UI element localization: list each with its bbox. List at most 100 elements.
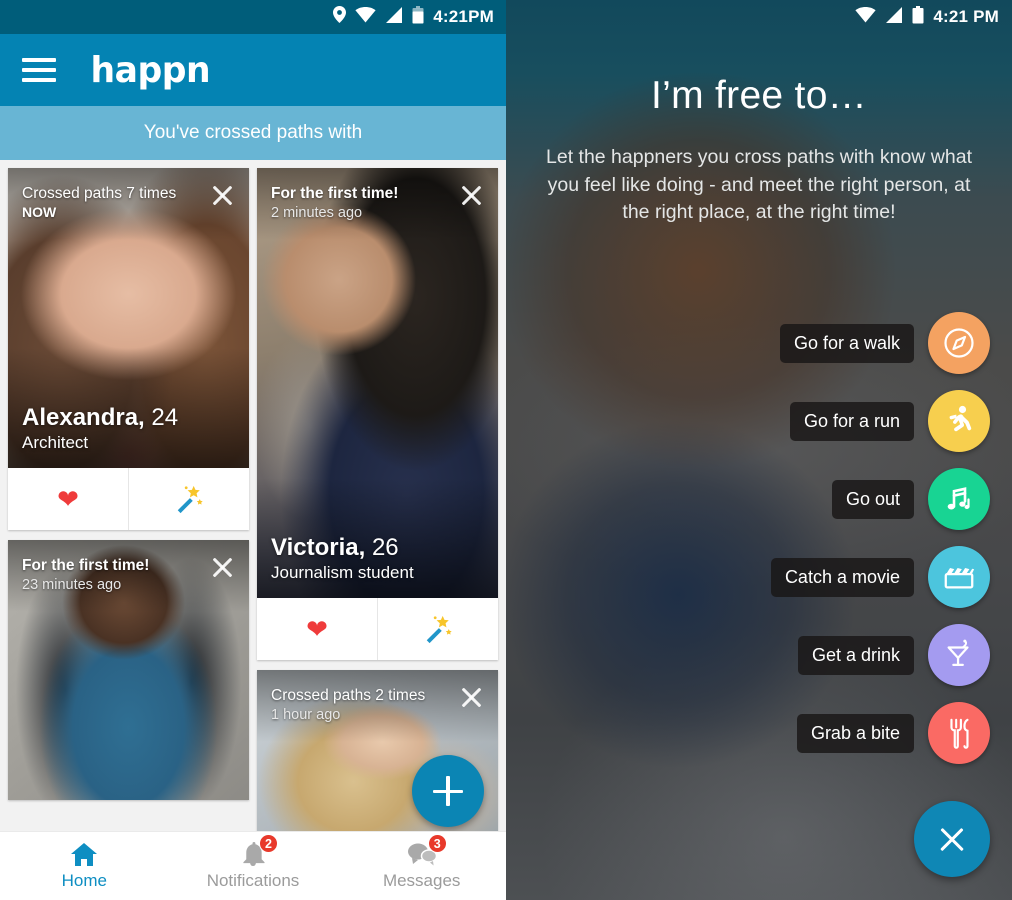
- right-phone-panel: 4:21 PM I’m free to… Let the happners yo…: [506, 0, 1012, 900]
- bottom-navigation: Home 2 Notifications 3 Messages: [0, 831, 506, 900]
- signal-icon: [385, 6, 403, 28]
- nav-item-messages[interactable]: 3 Messages: [337, 832, 506, 900]
- compass-icon-button[interactable]: [928, 312, 990, 374]
- app-logo: happn: [90, 49, 211, 91]
- profile-card[interactable]: For the first time! 2 minutes ago Victor…: [257, 168, 498, 660]
- profile-photo[interactable]: Crossed paths 7 times NOW Alexandra, 24 …: [8, 168, 249, 468]
- right-status-bar: 4:21 PM: [506, 0, 1012, 34]
- heart-icon[interactable]: ❤: [257, 598, 377, 660]
- card-meta-secondary: NOW: [22, 203, 57, 220]
- home-icon: [69, 841, 99, 867]
- left-phone-panel: 4:21PM happn You've crossed paths with C…: [0, 0, 506, 900]
- messages-badge: 3: [427, 834, 447, 853]
- wifi-icon: [855, 6, 876, 28]
- activity-row-run[interactable]: Go for a run: [771, 390, 990, 452]
- music-icon-button[interactable]: [928, 468, 990, 530]
- card-meta-secondary: 2 minutes ago: [271, 204, 363, 221]
- profile-card[interactable]: For the first time! 23 minutes ago: [8, 540, 249, 800]
- activity-label-run[interactable]: Go for a run: [789, 401, 914, 441]
- compass-icon: [942, 326, 976, 360]
- hamburger-icon[interactable]: [22, 58, 56, 82]
- battery-icon: [412, 5, 424, 29]
- card-meta-primary: Crossed paths 7 times: [22, 185, 177, 202]
- activity-row-movie[interactable]: Catch a movie: [770, 546, 990, 608]
- nav-item-notifications[interactable]: 2 Notifications: [169, 832, 338, 900]
- location-icon: [333, 6, 347, 28]
- subheader-label: You've crossed paths with: [143, 122, 363, 143]
- nav-label-notifications: Notifications: [206, 871, 300, 890]
- card-meta: For the first time! 23 minutes ago: [22, 556, 149, 594]
- profile-card[interactable]: Crossed paths 7 times NOW Alexandra, 24 …: [8, 168, 249, 530]
- activity-row-bite[interactable]: Grab a bite: [771, 702, 990, 764]
- cocktail-icon: [943, 639, 975, 671]
- card-meta-secondary: 23 minutes ago: [22, 576, 122, 593]
- profile-identity: Victoria, 26 Journalism student: [271, 534, 414, 584]
- card-meta: Crossed paths 2 times 1 hour ago: [271, 686, 425, 724]
- card-action-bar: ❤: [257, 598, 498, 660]
- music-icon: [942, 482, 976, 516]
- clapboard-icon: [942, 562, 976, 592]
- activity-label-movie[interactable]: Catch a movie: [770, 557, 914, 597]
- profile-age: 24: [151, 403, 179, 431]
- nav-label-messages: Messages: [382, 871, 461, 890]
- profile-job: Architect: [22, 432, 89, 452]
- bell-icon: 2: [238, 834, 278, 867]
- cutlery-icon-button[interactable]: [928, 702, 990, 764]
- add-crossing-fab[interactable]: [412, 755, 484, 827]
- activity-label-bite[interactable]: Grab a bite: [796, 713, 914, 753]
- runner-icon: [943, 404, 975, 438]
- runner-icon-button[interactable]: [928, 390, 990, 452]
- status-icons: [333, 5, 424, 29]
- card-meta-primary: For the first time!: [22, 557, 150, 574]
- heart-icon[interactable]: ❤: [8, 468, 128, 530]
- cutlery-icon: [944, 717, 974, 749]
- crossed-paths-subheader: You've crossed paths with: [0, 106, 506, 160]
- card-meta: For the first time! 2 minutes ago: [271, 184, 398, 222]
- battery-icon: [912, 5, 924, 29]
- profile-name: Victoria, 26: [271, 534, 414, 562]
- magic-wand-icon[interactable]: [128, 468, 249, 530]
- close-icon[interactable]: [456, 180, 486, 210]
- close-icon[interactable]: [207, 180, 237, 210]
- chat-icon: 3: [407, 834, 447, 867]
- close-icon-button[interactable]: [914, 801, 990, 877]
- activity-label-walk[interactable]: Go for a walk: [779, 323, 914, 363]
- page-title: I’m free to…: [651, 74, 867, 117]
- profile-job: Journalism student: [271, 562, 414, 582]
- card-action-bar: ❤: [8, 468, 249, 530]
- nav-item-home[interactable]: Home: [0, 832, 169, 900]
- page-description: Let the happners you cross paths with kn…: [546, 146, 972, 224]
- clapboard-icon-button[interactable]: [928, 546, 990, 608]
- signal-icon: [885, 6, 903, 28]
- activity-row-go-out[interactable]: Go out: [771, 468, 990, 530]
- profile-photo[interactable]: For the first time! 2 minutes ago Victor…: [257, 168, 498, 598]
- status-time: 4:21PM: [433, 7, 494, 26]
- profile-age: 26: [371, 533, 399, 561]
- status-icons: [855, 5, 924, 29]
- activity-row-drink[interactable]: Get a drink: [771, 624, 990, 686]
- close-icon[interactable]: [456, 682, 486, 712]
- card-meta-primary: Crossed paths 2 times: [271, 687, 426, 704]
- app-bar: happn: [0, 34, 506, 106]
- cocktail-icon-button[interactable]: [928, 624, 990, 686]
- app-screen: 4:21PM happn You've crossed paths with C…: [0, 0, 1012, 900]
- status-time: 4:21 PM: [933, 7, 999, 26]
- activity-label-go-out[interactable]: Go out: [831, 479, 914, 519]
- magic-wand-icon[interactable]: [377, 598, 498, 660]
- crossed-paths-card-grid[interactable]: Crossed paths 7 times NOW Alexandra, 24 …: [0, 160, 506, 832]
- profile-photo[interactable]: For the first time! 23 minutes ago: [8, 540, 249, 800]
- nav-label-home: Home: [61, 871, 108, 890]
- card-meta: Crossed paths 7 times NOW: [22, 184, 176, 222]
- close-icon[interactable]: [207, 552, 237, 582]
- wifi-icon: [355, 6, 376, 28]
- card-meta-primary: For the first time!: [271, 185, 399, 202]
- notifications-badge: 2: [259, 834, 278, 853]
- card-meta-secondary: 1 hour ago: [271, 706, 341, 723]
- activity-label-drink[interactable]: Get a drink: [797, 635, 914, 675]
- left-status-bar: 4:21PM: [0, 0, 506, 34]
- activity-row-walk[interactable]: Go for a walk: [771, 312, 990, 374]
- profile-name-text: Victoria,: [271, 533, 372, 561]
- activity-action-list: Go for a walk Go for a run Go out Catch …: [770, 312, 990, 764]
- profile-name: Alexandra, 24: [22, 404, 178, 432]
- profile-name-text: Alexandra,: [22, 403, 152, 431]
